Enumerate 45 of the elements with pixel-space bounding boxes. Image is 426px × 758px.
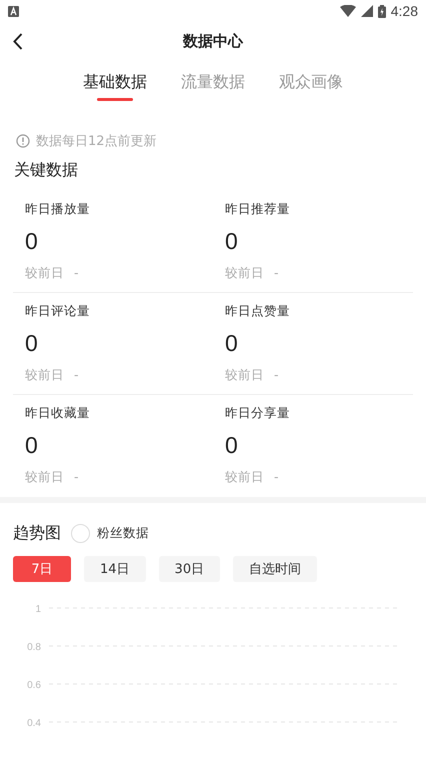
range-button[interactable]: 14日 (84, 556, 146, 582)
compare-label: 较前日 (225, 469, 264, 486)
back-icon[interactable] (13, 33, 23, 50)
axis-tick-label: 0.8 (27, 642, 41, 653)
metric-value: 0 (225, 330, 239, 357)
metric-label: 昨日播放量 (25, 201, 91, 218)
compare-label: 较前日 (25, 367, 64, 384)
range-button[interactable]: 7日 (13, 556, 71, 582)
range-button[interactable]: 自选时间 (233, 556, 318, 582)
axis-tick-label: 0.6 (27, 680, 41, 691)
compare-label: 较前日 (25, 265, 64, 282)
notice-text: 数据每日12点前更新 (36, 133, 157, 150)
compare-value: - (274, 265, 279, 282)
metric-label: 昨日收藏量 (25, 405, 91, 422)
wifi-icon (340, 5, 356, 17)
battery-icon (378, 4, 386, 18)
metric-label: 昨日分享量 (225, 405, 291, 422)
compare-value: - (274, 367, 279, 384)
section-title: 趋势图 (13, 523, 61, 544)
metric-label: 昨日点赞量 (225, 303, 291, 320)
range-button[interactable]: 30日 (158, 556, 220, 582)
signal-icon (360, 5, 373, 17)
compare-value: - (74, 265, 79, 282)
compare-label: 较前日 (225, 367, 264, 384)
metric-value: 0 (225, 228, 239, 255)
axis-tick-label: 1 (35, 604, 41, 615)
compare-label: 较前日 (225, 265, 264, 282)
compare-value: - (74, 469, 79, 486)
page-title: 数据中心 (183, 32, 243, 50)
section-title: 关键数据 (13, 159, 79, 181)
tab[interactable]: 基础数据 (71, 70, 159, 99)
metric-value: 0 (25, 330, 39, 357)
notification-icon (8, 6, 19, 16)
compare-label: 较前日 (25, 469, 64, 486)
metric-value: 0 (25, 228, 39, 255)
fans-data-checkbox[interactable]: 粉丝数据 (71, 524, 149, 543)
metric-label: 昨日评论量 (25, 303, 91, 320)
metric-value: 0 (225, 432, 239, 459)
compare-value: - (274, 469, 279, 486)
metric-value: 0 (25, 432, 39, 459)
status-time: 4:28 (390, 3, 418, 19)
compare-value: - (74, 367, 79, 384)
axis-tick-label: 0.4 (27, 718, 41, 729)
metric-label: 昨日推荐量 (225, 201, 291, 218)
info-icon (16, 134, 30, 148)
